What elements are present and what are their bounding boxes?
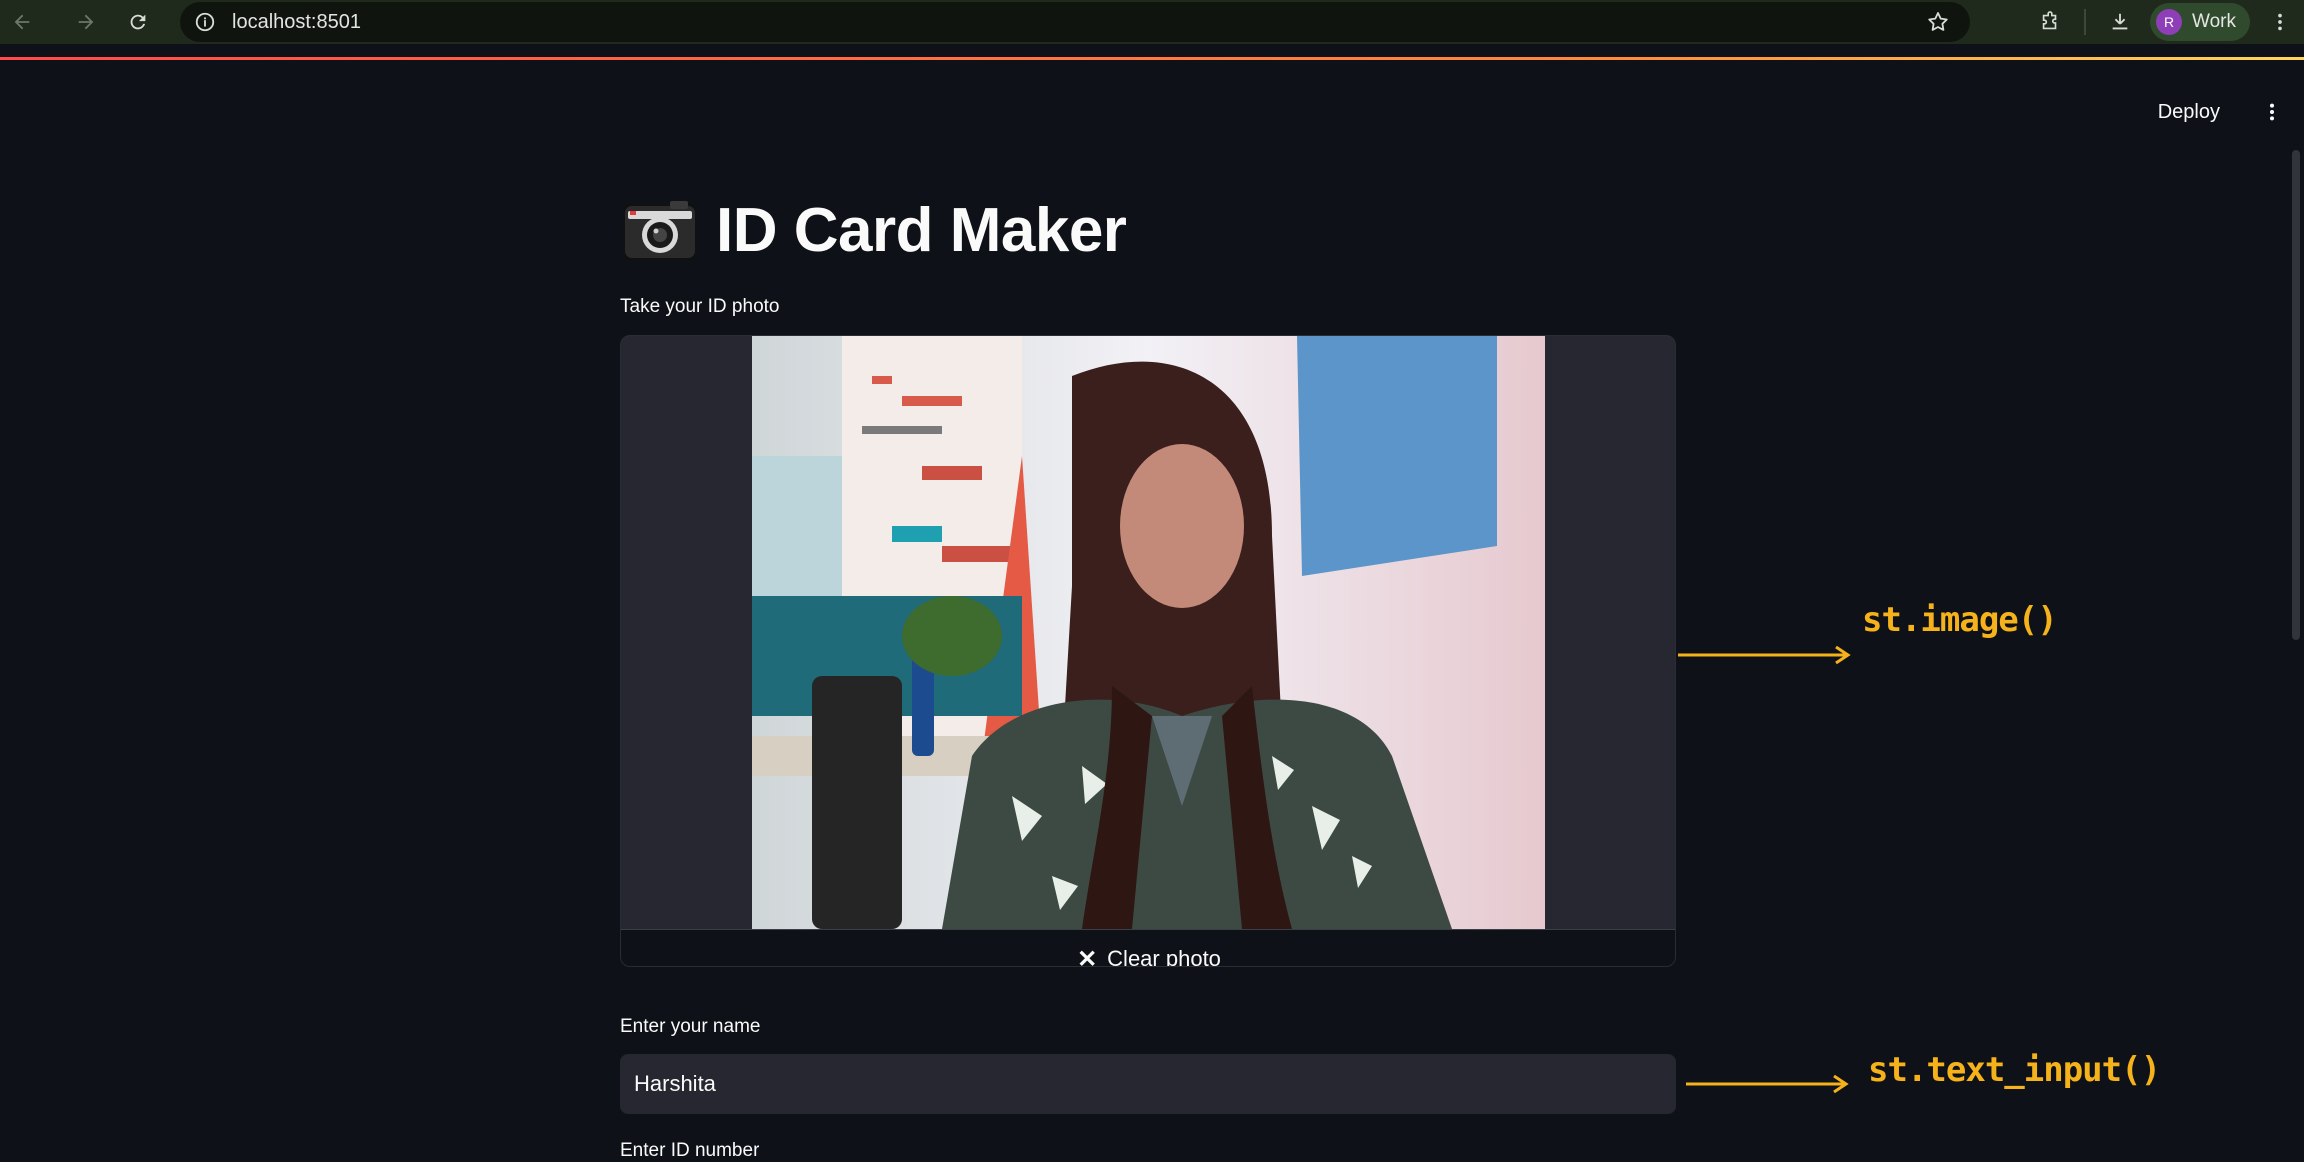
reload-button[interactable] xyxy=(116,0,160,44)
menu-icon xyxy=(2278,13,2282,31)
close-icon: ✕ xyxy=(1077,945,1098,967)
address-bar[interactable]: localhost:8501 xyxy=(180,2,1970,42)
image-annotation-arrow xyxy=(1678,645,1851,665)
download-icon xyxy=(2112,13,2128,30)
app-menu-button[interactable] xyxy=(2254,94,2290,130)
name-input-label: Enter your name xyxy=(620,1016,761,1037)
text-input-annotation-arrow xyxy=(1686,1074,1849,1094)
reload-icon xyxy=(130,14,146,30)
back-button[interactable] xyxy=(0,0,44,44)
main-content: ID Card Maker Take your ID photo ✕ Clear… xyxy=(620,180,1676,1161)
page-title: ID Card Maker xyxy=(620,180,1676,280)
id-number-label: Enter ID number xyxy=(620,1140,760,1161)
profile-button[interactable]: R Work xyxy=(2150,3,2250,41)
clear-photo-button[interactable]: ✕ Clear photo xyxy=(621,929,1675,967)
extensions-icon xyxy=(2042,11,2057,30)
toolbar-actions: R Work xyxy=(2028,0,2304,44)
url-text: localhost:8501 xyxy=(232,10,361,33)
profile-name: Work xyxy=(2192,11,2236,32)
name-input[interactable] xyxy=(620,1054,1676,1114)
deploy-button[interactable]: Deploy xyxy=(2144,95,2234,130)
site-info-icon xyxy=(195,12,215,32)
kebab-menu-icon xyxy=(2269,103,2275,121)
avatar: R xyxy=(2156,9,2183,35)
toolbar-divider xyxy=(2084,9,2087,35)
camera-input[interactable]: ✕ Clear photo xyxy=(620,335,1676,967)
scrollbar-thumb[interactable] xyxy=(2292,150,2300,640)
back-icon xyxy=(14,14,30,30)
page-title-text: ID Card Maker xyxy=(716,195,1127,265)
app-decoration-line xyxy=(0,57,2304,60)
captured-photo xyxy=(752,336,1545,929)
text-input-annotation-label: st.text_input() xyxy=(1868,1050,2161,1090)
downloads-button[interactable] xyxy=(2098,0,2142,44)
extensions-button[interactable] xyxy=(2028,0,2072,44)
bookmark-star-icon[interactable] xyxy=(1926,10,1950,34)
browser-menu-button[interactable] xyxy=(2258,0,2302,44)
app-header: Deploy xyxy=(2144,90,2304,134)
forward-button[interactable] xyxy=(64,0,108,44)
browser-toolbar: localhost:8501 R Work xyxy=(0,0,2304,44)
camera-icon xyxy=(623,201,697,260)
image-annotation-label: st.image() xyxy=(1862,600,2058,640)
forward-icon xyxy=(78,14,94,30)
camera-input-label: Take your ID photo xyxy=(620,296,780,317)
clear-photo-label: Clear photo xyxy=(1107,946,1221,967)
